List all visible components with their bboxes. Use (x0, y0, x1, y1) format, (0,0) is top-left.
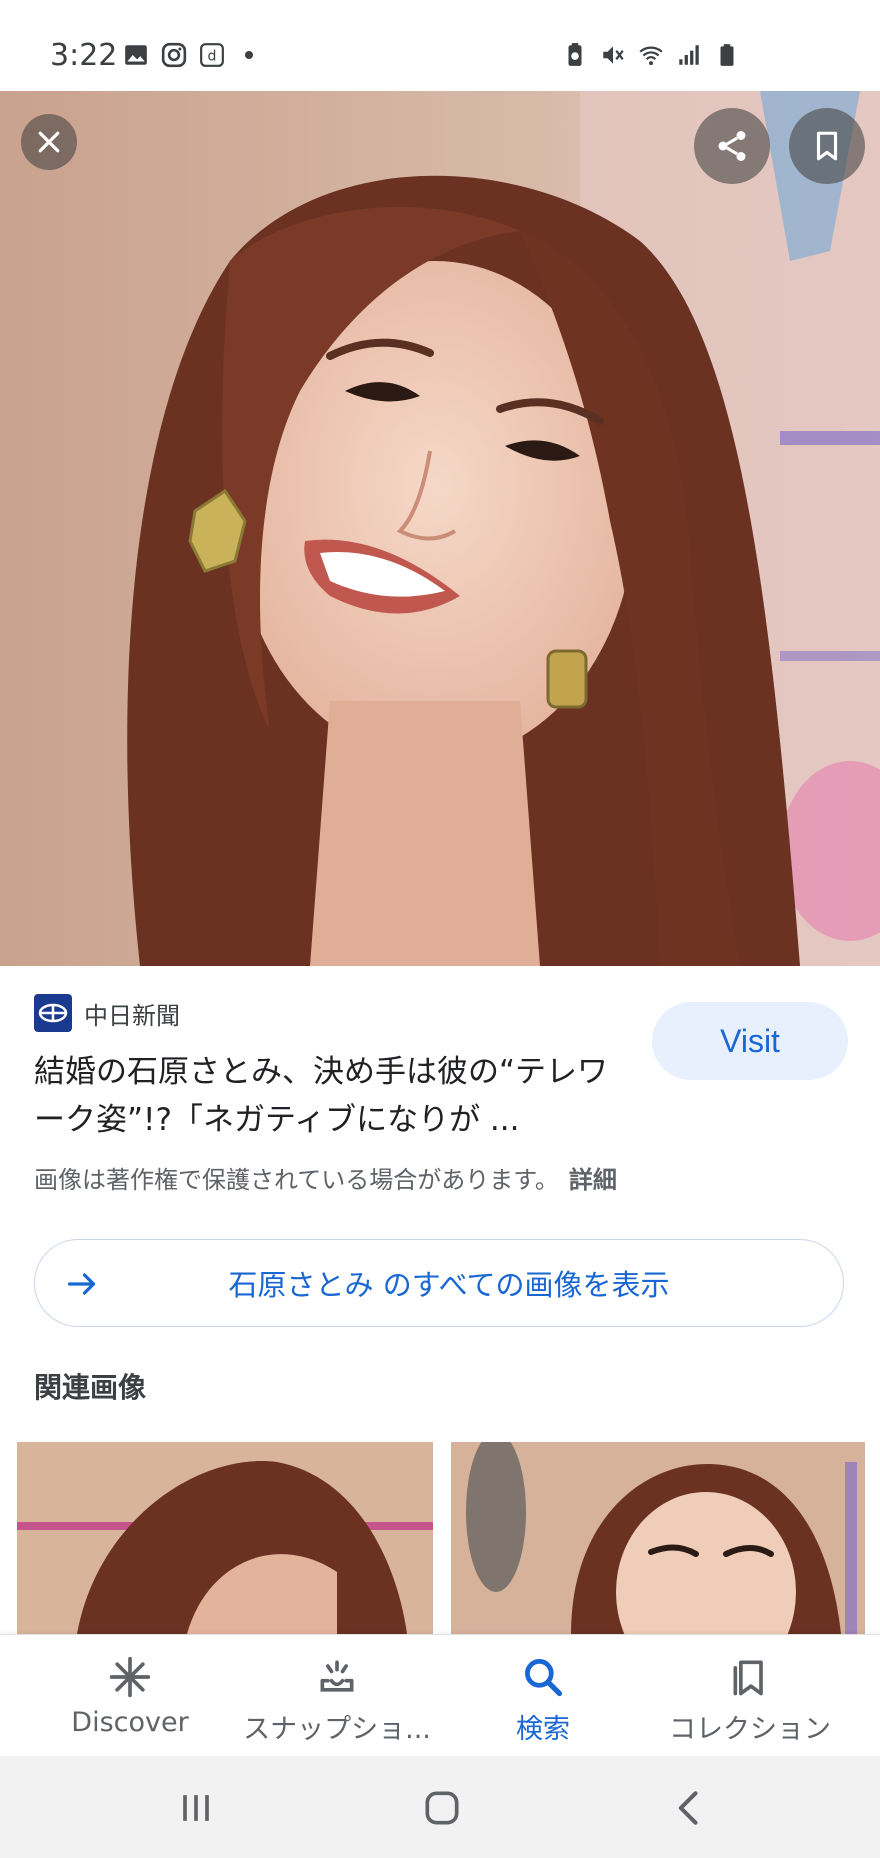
nav-search[interactable]: 検索 (433, 1635, 653, 1756)
nav-collections-label: コレクション (669, 1714, 831, 1745)
save-button[interactable] (789, 108, 865, 184)
back-icon[interactable] (668, 1786, 712, 1830)
notification-dot (245, 51, 253, 59)
system-navigation-bar (0, 1756, 880, 1858)
copyright-notice: 画像は著作権で保護されている場合があります。 詳細 (34, 1160, 617, 1195)
arrow-right-icon (67, 1273, 96, 1295)
related-image-thumb[interactable] (451, 1442, 865, 1634)
battery-icon (720, 44, 734, 66)
snapshot-icon (320, 1660, 354, 1692)
all-images-button[interactable]: 石原さとみ のすべての画像を表示 (34, 1239, 844, 1327)
hero-photo (0, 91, 880, 966)
source-name: 中日新聞 (84, 1001, 180, 1030)
svg-text:d: d (208, 48, 217, 64)
source-logo (34, 994, 72, 1032)
signal-icon (679, 45, 699, 65)
source-row: 中日新聞 (34, 994, 180, 1032)
visit-button[interactable]: Visit (652, 1002, 848, 1080)
nav-snapshot[interactable]: スナップショ... (227, 1635, 447, 1756)
chunichi-logo-icon (38, 1003, 68, 1023)
bookmark-icon (816, 131, 838, 161)
nav-discover[interactable]: Discover (20, 1635, 240, 1756)
status-left-icons: d (123, 42, 253, 68)
recent-apps-icon[interactable] (174, 1786, 218, 1830)
search-icon (525, 1659, 563, 1697)
home-icon[interactable] (420, 1786, 464, 1830)
nav-collections[interactable]: コレクション (640, 1635, 860, 1756)
copyright-text: 画像は著作権で保護されている場合があります。 (34, 1166, 559, 1194)
asterisk-icon (109, 1656, 151, 1698)
mute-icon (603, 46, 624, 64)
related-photo (451, 1442, 865, 1634)
d-app-icon: d (200, 43, 224, 67)
result-title[interactable]: 結婚の石原さとみ、決め手は彼の“テレワーク姿”!?「ネガティブになりが ... (34, 1048, 634, 1144)
related-images-heading: 関連画像 (34, 1371, 147, 1404)
detail-link[interactable]: 詳細 (569, 1166, 617, 1194)
wifi-icon (639, 46, 663, 66)
battery-saver-icon (568, 43, 582, 66)
status-time: 3:22 (50, 38, 118, 73)
bottom-navigation: Discover スナップショ... 検索 コレクション (0, 1634, 880, 1756)
share-icon (718, 131, 746, 161)
gallery-icon (125, 45, 147, 65)
status-right-icons (562, 42, 740, 68)
collections-icon (733, 1660, 763, 1696)
status-bar: 3:22 d (0, 0, 880, 91)
nav-discover-label: Discover (71, 1707, 189, 1738)
all-images-label: 石原さとみ のすべての画像を表示 (228, 1268, 670, 1302)
related-photo (17, 1442, 433, 1634)
hero-image[interactable] (0, 91, 880, 966)
nav-snapshot-label: スナップショ... (243, 1714, 431, 1745)
nav-search-label: 検索 (516, 1714, 570, 1745)
share-button[interactable] (694, 108, 770, 184)
close-icon (38, 131, 60, 153)
related-image-thumb[interactable] (17, 1442, 433, 1634)
instagram-icon (161, 42, 187, 68)
close-button[interactable] (21, 114, 77, 170)
